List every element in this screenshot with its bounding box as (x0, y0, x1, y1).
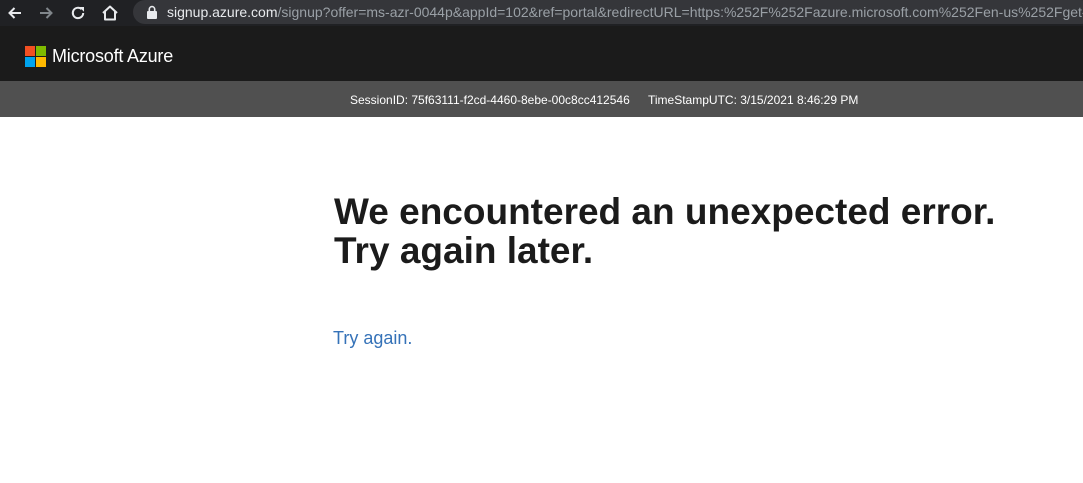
error-heading: We encountered an unexpected error. Try … (334, 192, 1034, 270)
reload-icon (71, 6, 85, 20)
session-id: SessionID: 75f63111-f2cd-4460-8ebe-00c8c… (350, 93, 630, 107)
url-host: signup.azure.com (167, 4, 278, 20)
lock-icon (147, 5, 157, 19)
azure-header: Microsoft Azure (0, 26, 1083, 81)
try-again-link[interactable]: Try again. (333, 328, 412, 348)
session-bar: SessionID: 75f63111-f2cd-4460-8ebe-00c8c… (0, 81, 1083, 117)
forward-button[interactable] (35, 2, 57, 24)
browser-toolbar: signup.azure.com/signup?offer=ms-azr-004… (0, 0, 1083, 26)
reload-button[interactable] (67, 2, 89, 24)
error-heading-line1: We encountered an unexpected error. (334, 191, 996, 232)
url-path: /signup?offer=ms-azr-0044p&appId=102&ref… (277, 4, 1083, 20)
error-heading-line2: Try again later. (334, 230, 594, 271)
back-button[interactable] (4, 2, 26, 24)
back-icon (8, 7, 21, 19)
microsoft-logo[interactable] (25, 46, 46, 67)
timestamp: TimeStampUTC: 3/15/2021 8:46:29 PM (648, 93, 859, 107)
url-text[interactable]: signup.azure.com/signup?offer=ms-azr-004… (167, 3, 1083, 21)
home-button[interactable] (99, 2, 121, 24)
home-icon (102, 5, 118, 21)
brand-name: Microsoft Azure (52, 46, 174, 66)
forward-icon (40, 7, 53, 19)
address-bar[interactable]: signup.azure.com/signup?offer=ms-azr-004… (133, 0, 1083, 24)
